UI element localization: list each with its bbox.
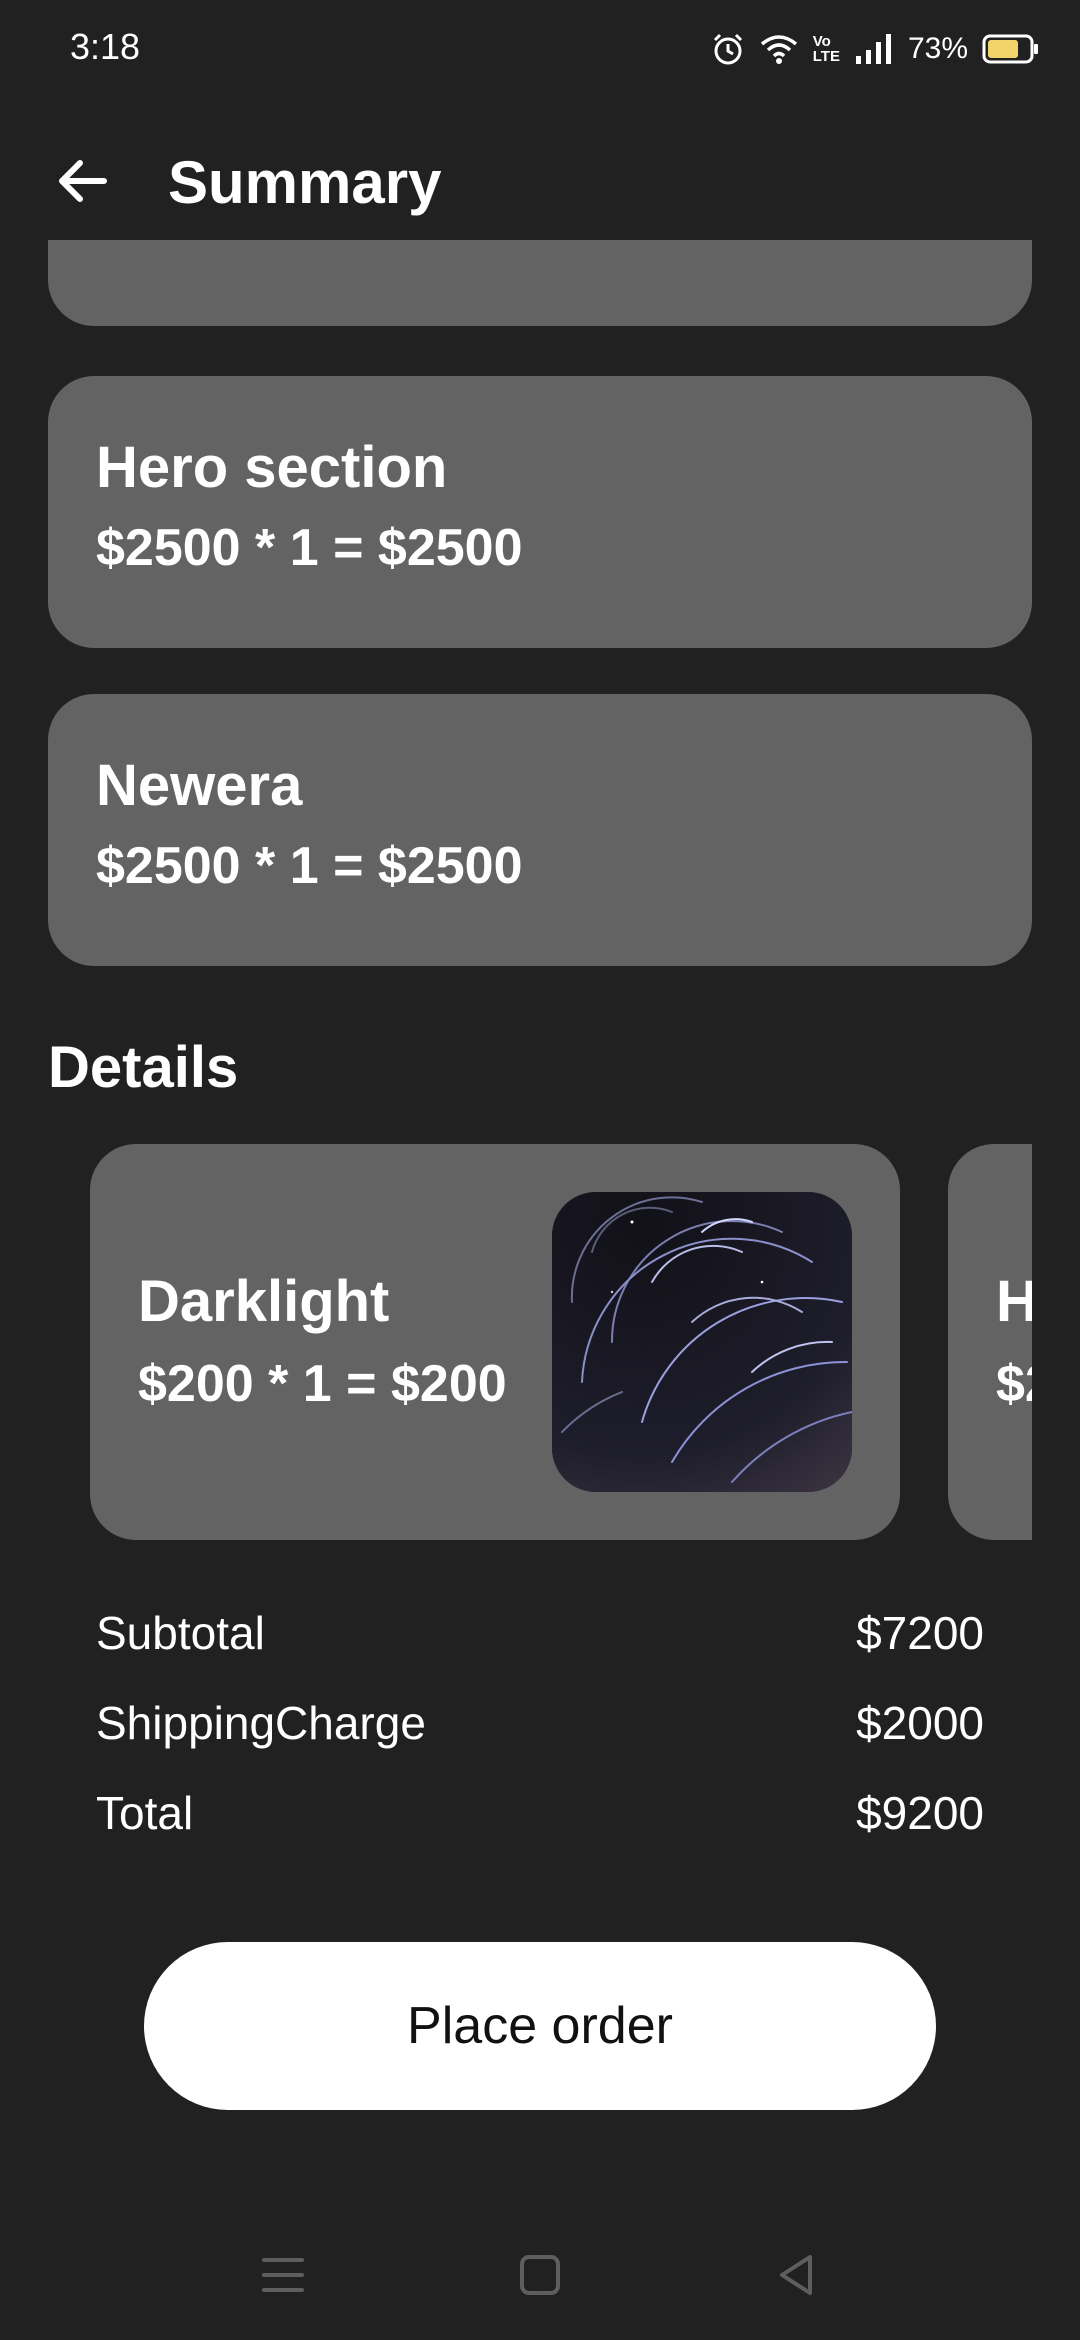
product-image bbox=[552, 1192, 852, 1492]
home-square-icon bbox=[520, 2255, 560, 2295]
shipping-label: ShippingCharge bbox=[96, 1697, 426, 1749]
signal-icon bbox=[855, 34, 891, 64]
product-card[interactable]: Darklight $200 * 1 = $200 bbox=[90, 1144, 900, 1540]
volte-top: Vo bbox=[812, 33, 831, 50]
star-trails-image bbox=[552, 1192, 852, 1492]
alarm-icon bbox=[713, 33, 742, 65]
status-time: 3:18 bbox=[70, 26, 141, 67]
order-item-card: Newera $2500 * 1 = $2500 bbox=[48, 694, 1032, 966]
wifi-icon bbox=[760, 35, 797, 64]
subtotal-label: Subtotal bbox=[96, 1607, 265, 1659]
order-item-card: Hero section $2500 * 1 = $2500 bbox=[48, 376, 1032, 648]
total-value: $9200 bbox=[856, 1787, 984, 1839]
subtotal-row: Subtotal $7200 bbox=[96, 1606, 984, 1666]
details-carousel[interactable]: Darklight $200 * 1 = $200 H $ bbox=[48, 1144, 1032, 1540]
shipping-value: $2000 bbox=[856, 1697, 984, 1749]
order-item-calculation: $2500 * 1 = $2500 bbox=[96, 837, 523, 895]
nav-menu-button[interactable] bbox=[258, 2250, 308, 2300]
details-heading: Details bbox=[48, 1035, 239, 1100]
status-bar: 3:18 Vo LTE 73% bbox=[0, 0, 1080, 96]
product-card[interactable]: H $2 bbox=[948, 1144, 1032, 1540]
total-row: Total $9200 bbox=[96, 1786, 984, 1846]
system-nav-bar bbox=[0, 2230, 1080, 2320]
order-item-card-partial bbox=[48, 240, 1032, 326]
nav-back-button[interactable] bbox=[772, 2250, 822, 2300]
product-calculation: $200 * 1 = $200 bbox=[138, 1355, 507, 1413]
page-title: Summary bbox=[168, 149, 442, 216]
arrow-left-icon bbox=[59, 160, 107, 202]
order-item-name: Hero section bbox=[96, 435, 448, 500]
back-button[interactable] bbox=[52, 150, 114, 212]
order-item-calculation: $2500 * 1 = $2500 bbox=[96, 519, 523, 577]
volte-icon: Vo LTE bbox=[813, 34, 840, 64]
volte-bottom: LTE bbox=[812, 48, 840, 65]
subtotal-value: $7200 bbox=[856, 1607, 984, 1659]
app-bar: Summary bbox=[0, 120, 1080, 250]
product-name: Darklight bbox=[138, 1269, 390, 1334]
nav-home-button[interactable] bbox=[515, 2250, 565, 2300]
product-calculation: $2 bbox=[996, 1355, 1032, 1413]
total-label: Total bbox=[96, 1787, 194, 1839]
product-name: H bbox=[996, 1269, 1032, 1334]
back-triangle-icon bbox=[780, 2255, 812, 2295]
menu-icon bbox=[262, 2258, 304, 2292]
shipping-row: ShippingCharge $2000 bbox=[96, 1696, 984, 1756]
battery-percent: 73% bbox=[907, 32, 968, 65]
place-order-button[interactable]: Place order bbox=[144, 1942, 936, 2110]
status-icons: Vo LTE 73% bbox=[711, 26, 1040, 72]
battery-icon bbox=[982, 34, 1038, 64]
order-item-name: Newera bbox=[96, 753, 303, 818]
